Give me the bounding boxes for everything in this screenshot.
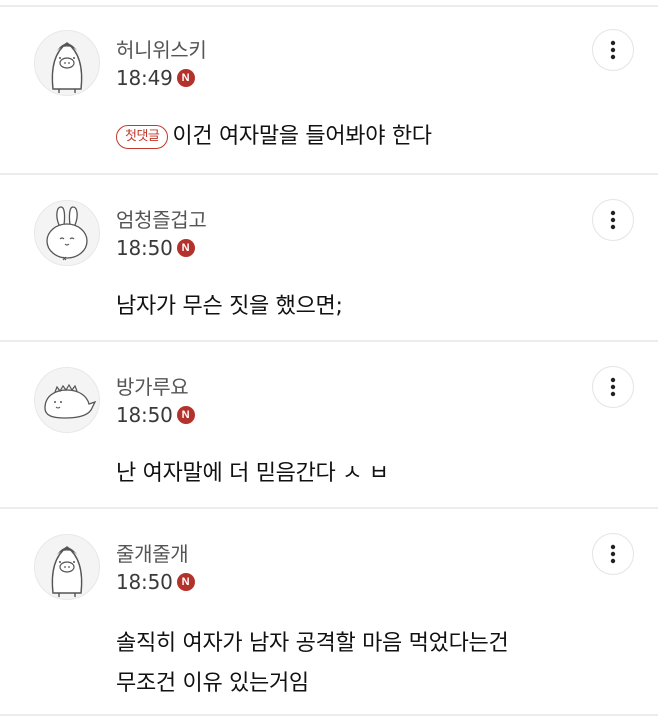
more-options-button[interactable] bbox=[592, 366, 634, 408]
comment-text: 솔직히 여자가 남자 공격할 마음 먹었다는건 무조건 이유 있는거임 bbox=[116, 624, 509, 704]
nickname[interactable]: 엄청즐겁고 bbox=[116, 204, 207, 233]
timestamp: 18:50 bbox=[116, 570, 173, 594]
divider bbox=[0, 173, 658, 175]
comment-text-line: 솔직히 여자가 남자 공격할 마음 먹었다는건 bbox=[116, 631, 509, 656]
divider bbox=[0, 340, 658, 342]
divider bbox=[0, 5, 658, 7]
more-options-button[interactable] bbox=[592, 29, 634, 71]
rabbit-icon bbox=[46, 206, 88, 261]
comment-meta: 18:50 N bbox=[116, 401, 195, 429]
timestamp: 18:50 bbox=[116, 236, 173, 260]
comment-list: 허니위스키 18:49 N 첫댓글 이건 여자말을 들어봐야 한다 엄청즐겁고 … bbox=[0, 0, 658, 720]
more-options-button[interactable] bbox=[592, 533, 634, 575]
avatar[interactable] bbox=[34, 534, 100, 600]
dinosaur-icon bbox=[44, 383, 97, 419]
first-comment-badge: 첫댓글 bbox=[116, 125, 169, 149]
avatar[interactable] bbox=[34, 30, 100, 96]
divider bbox=[0, 507, 658, 509]
comment-text: 남자가 무슨 짓을 했으면; bbox=[116, 294, 343, 319]
timestamp: 18:50 bbox=[116, 403, 173, 427]
new-badge: N bbox=[176, 406, 195, 424]
comment-text: 난 여자말에 더 믿음간다 ㅅ ㅂ bbox=[116, 461, 389, 486]
nickname[interactable]: 줄개줄개 bbox=[116, 538, 189, 567]
comment-meta: 18:50 N bbox=[116, 234, 195, 262]
comment-text-row: 첫댓글 이건 여자말을 들어봐야 한다 bbox=[116, 120, 432, 154]
more-vertical-icon bbox=[610, 544, 616, 564]
comment-text-row: 남자가 무슨 짓을 했으면; bbox=[116, 290, 343, 324]
comment-text-line: 무조건 이유 있는거임 bbox=[116, 671, 309, 696]
more-vertical-icon bbox=[610, 210, 616, 230]
nickname[interactable]: 방가루요 bbox=[116, 371, 189, 400]
more-vertical-icon bbox=[610, 40, 616, 60]
timestamp: 18:49 bbox=[116, 66, 173, 90]
penguin-pig-icon bbox=[51, 42, 83, 93]
comment-meta: 18:50 N bbox=[116, 568, 195, 596]
new-badge: N bbox=[176, 69, 195, 87]
comment-text-row: 난 여자말에 더 믿음간다 ㅅ ㅂ bbox=[116, 457, 389, 491]
new-badge: N bbox=[176, 573, 195, 591]
penguin-pig-icon bbox=[51, 546, 83, 597]
comment-meta: 18:49 N bbox=[116, 64, 195, 92]
nickname[interactable]: 허니위스키 bbox=[116, 34, 207, 63]
avatar[interactable] bbox=[34, 367, 100, 433]
more-options-button[interactable] bbox=[592, 199, 634, 241]
comment-text: 이건 여자말을 들어봐야 한다 bbox=[172, 124, 432, 149]
divider bbox=[0, 714, 658, 716]
new-badge: N bbox=[176, 239, 195, 257]
avatar[interactable] bbox=[34, 200, 100, 266]
more-vertical-icon bbox=[610, 377, 616, 397]
